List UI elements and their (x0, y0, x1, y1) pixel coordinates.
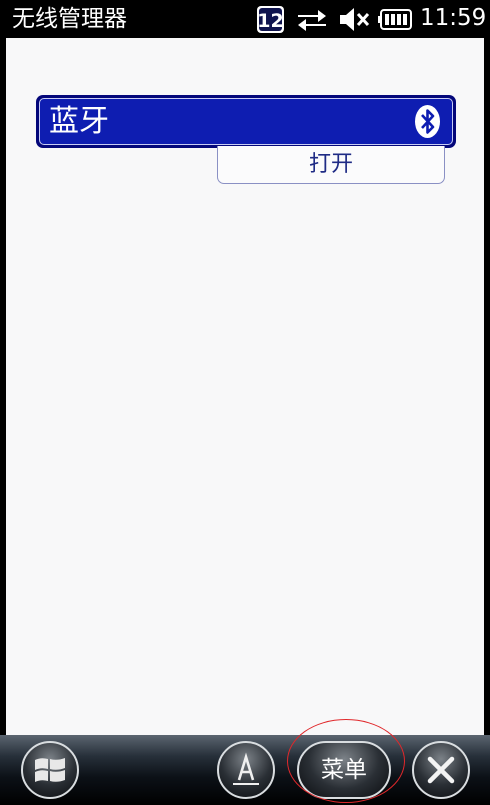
softkey-bar: 菜单 (0, 719, 490, 805)
battery-icon[interactable] (378, 9, 412, 30)
close-icon (427, 756, 455, 784)
volume-muted-icon[interactable] (338, 5, 370, 34)
badge-number: 12 (257, 10, 283, 32)
clock[interactable]: 11:59 (420, 4, 486, 33)
start-button[interactable] (21, 741, 79, 799)
bluetooth-state-panel[interactable]: 打开 (217, 146, 445, 184)
close-button[interactable] (412, 741, 470, 799)
menu-label: 菜单 (321, 757, 367, 783)
content-area: 蓝牙 打开 (6, 38, 484, 735)
status-bar: 无线管理器 12 11:59 (0, 0, 490, 38)
bluetooth-toggle-button[interactable]: 蓝牙 (36, 95, 456, 148)
bluetooth-label: 蓝牙 (49, 104, 109, 139)
app-title: 无线管理器 (12, 6, 127, 32)
bluetooth-state: 打开 (308, 151, 353, 177)
keyboard-a-icon (233, 752, 259, 785)
bluetooth-card-face[interactable]: 蓝牙 (39, 98, 453, 145)
sync-arrows-icon[interactable] (296, 6, 328, 33)
keyboard-button[interactable] (217, 741, 275, 799)
bluetooth-icon (415, 105, 440, 138)
badge-12-icon[interactable]: 12 (256, 5, 285, 34)
windows-flag-icon (35, 758, 65, 782)
menu-button[interactable]: 菜单 (297, 741, 391, 799)
